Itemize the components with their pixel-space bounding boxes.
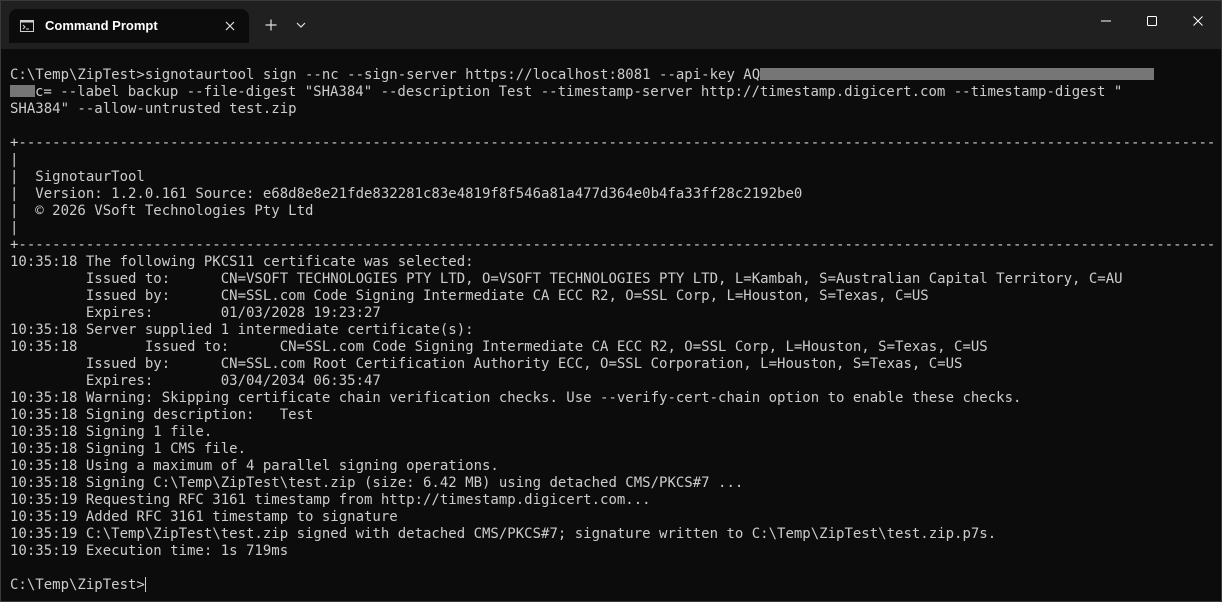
- tab-dropdown-button[interactable]: [289, 13, 313, 37]
- tab-command-prompt[interactable]: Command Prompt: [9, 9, 249, 43]
- output-line: Expires: 03/04/2034 06:35:47: [10, 373, 381, 389]
- command-line-continued: SHA384" --allow-untrusted test.zip: [10, 101, 1214, 118]
- output-line: Issued by: CN=SSL.com Code Signing Inter…: [10, 288, 929, 304]
- banner-border: +---------------------------------------…: [10, 237, 1214, 253]
- text-cursor: [144, 577, 146, 592]
- prompt-text: C:\Temp\ZipTest>: [10, 577, 145, 593]
- command-line: C:\Temp\ZipTest>signotaurtool sign --nc …: [10, 67, 1214, 84]
- command-prompt-window: Command Prompt C:\Temp\ZipTest>signotaur…: [0, 0, 1222, 602]
- tab-close-button[interactable]: [219, 15, 241, 37]
- command-text: c= --label backup --file-digest "SHA384"…: [35, 84, 1123, 100]
- new-tab-button[interactable]: [259, 13, 283, 37]
- minimize-icon: [1101, 20, 1111, 22]
- prompt-line[interactable]: C:\Temp\ZipTest>: [10, 577, 1214, 594]
- maximize-icon: [1147, 16, 1157, 26]
- command-text: SHA384" --allow-untrusted test.zip: [10, 101, 297, 117]
- close-icon: [1193, 16, 1203, 26]
- terminal-output[interactable]: C:\Temp\ZipTest>signotaurtool sign --nc …: [10, 67, 1214, 595]
- output-line: Issued by: CN=SSL.com Root Certification…: [10, 356, 963, 372]
- command-text: C:\Temp\ZipTest>signotaurtool sign --nc …: [10, 67, 761, 83]
- warning-line: 10:35:18 Warning: Skipping certificate c…: [10, 390, 1022, 406]
- terminal-icon: [20, 19, 34, 32]
- redacted-api-key: [760, 68, 1155, 80]
- output-line: 10:35:18 Signing C:\Temp\ZipTest\test.zi…: [10, 475, 744, 491]
- output-line: 10:35:19 C:\Temp\ZipTest\test.zip signed…: [10, 526, 997, 542]
- output-line: Issued to: CN=VSOFT TECHNOLOGIES PTY LTD…: [10, 271, 1123, 287]
- plus-icon: [265, 19, 277, 31]
- banner-line: | |: [10, 220, 19, 236]
- output-line: Expires: 01/03/2028 19:23:27: [10, 305, 381, 321]
- tab-title: Command Prompt: [45, 18, 158, 33]
- redacted-api-key: [10, 85, 35, 97]
- title-bar[interactable]: Command Prompt: [1, 1, 1221, 49]
- command-line-continued: c= --label backup --file-digest "SHA384"…: [10, 84, 1214, 101]
- close-window-button[interactable]: [1175, 5, 1221, 37]
- output-line: 10:35:18 Signing description: Test: [10, 407, 314, 423]
- banner-version: | Version: 1.2.0.161 Source: e68d8e8e21f…: [10, 186, 803, 202]
- maximize-button[interactable]: [1129, 5, 1175, 37]
- banner-border: +---------------------------------------…: [10, 135, 1214, 151]
- minimize-button[interactable]: [1083, 5, 1129, 37]
- output-line: 10:35:18 Signing 1 file.: [10, 424, 213, 440]
- output-line: 10:35:18 Using a maximum of 4 parallel s…: [10, 458, 499, 474]
- output-line: 10:35:18 Issued to: CN=SSL.com Code Sign…: [10, 339, 988, 355]
- output-line: 10:35:19 Execution time: 1s 719ms: [10, 543, 289, 559]
- output-line: 10:35:19 Requesting RFC 3161 timestamp f…: [10, 492, 651, 508]
- chevron-down-icon: [296, 22, 306, 28]
- banner-line: | |: [10, 152, 19, 168]
- output-line: 10:35:18 Server supplied 1 intermediate …: [10, 322, 474, 338]
- output-line: 10:35:18 Signing 1 CMS file.: [10, 441, 247, 457]
- banner-copyright: | © 2026 VSoft Technologies Pty Ltd |: [10, 203, 314, 219]
- banner-product-name: | SignotaurTool |: [10, 169, 145, 185]
- output-line: 10:35:18 The following PKCS11 certificat…: [10, 254, 474, 270]
- close-icon: [225, 21, 235, 31]
- output-line: 10:35:19 Added RFC 3161 timestamp to sig…: [10, 509, 398, 525]
